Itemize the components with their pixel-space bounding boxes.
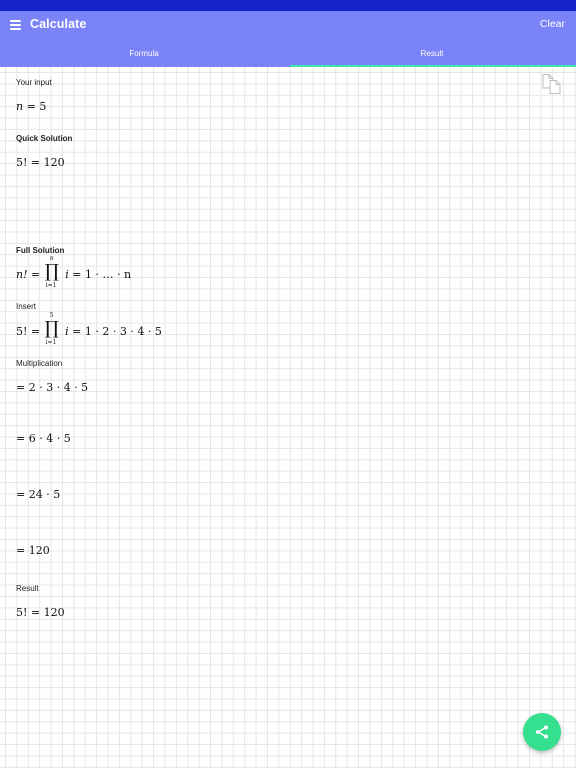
share-button[interactable]	[523, 713, 561, 751]
status-bar	[0, 0, 576, 11]
tab-result[interactable]: Result	[288, 39, 576, 67]
share-icon	[536, 725, 548, 739]
quick-solution-label: Quick Solution	[16, 134, 73, 143]
input-expression: n = 5	[16, 100, 47, 113]
multiplication-step-4: = 120	[16, 544, 50, 557]
tab-bar: Formula Result	[0, 39, 576, 67]
tab-formula[interactable]: Formula	[0, 39, 288, 67]
your-input-label: Your input	[16, 78, 52, 87]
result-content	[0, 67, 576, 768]
product-symbol: ∏ 5 i=1	[44, 312, 59, 346]
insert-label: Insert	[16, 302, 37, 311]
app-bar: Calculate Clear	[0, 11, 576, 39]
final-result-expression: 5! = 120	[16, 606, 65, 619]
result-label: Result	[16, 584, 39, 593]
app-title: Calculate	[30, 17, 87, 31]
clear-button[interactable]: Clear	[540, 18, 565, 30]
formula-expression: n! = ∏ n i=1 i = 1 · … · n	[16, 255, 132, 289]
full-solution-label: Full Solution	[16, 246, 65, 255]
multiplication-label: Multiplication	[16, 359, 63, 368]
insert-expression: 5! = ∏ 5 i=1 i = 1 · 2 · 3 · 4 · 5	[16, 312, 162, 346]
hamburger-menu-icon[interactable]	[10, 20, 21, 30]
multiplication-step-1: = 2 · 3 · 4 · 5	[16, 381, 89, 394]
copy-icon[interactable]	[541, 74, 565, 94]
quick-solution-expression: 5! = 120	[16, 156, 65, 169]
multiplication-step-2: = 6 · 4 · 5	[16, 432, 71, 445]
multiplication-step-3: = 24 · 5	[16, 488, 61, 501]
product-symbol: ∏ n i=1	[44, 255, 60, 289]
